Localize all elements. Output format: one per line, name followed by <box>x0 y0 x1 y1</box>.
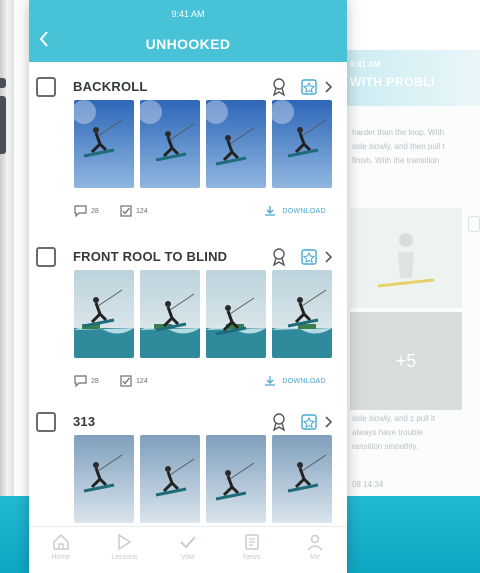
award-icon[interactable] <box>271 77 287 97</box>
comment-count-value: 28 <box>91 207 99 215</box>
app-header: 9:41 AM UNHOOKED <box>29 0 347 62</box>
tab-bar: Home Lessons Vote News Me <box>29 526 347 573</box>
comment-count[interactable]: 28 <box>74 375 99 387</box>
lesson-header: FRONT ROOL TO BLIND <box>29 247 347 269</box>
lesson-photo[interactable] <box>206 435 266 523</box>
lesson-photo-row <box>74 435 344 523</box>
check-icon <box>180 536 196 549</box>
second-more-photos: +5 <box>350 312 462 410</box>
tab-label: Lessons <box>111 554 138 561</box>
second-indicator <box>468 216 480 232</box>
lesson-title: FRONT ROOL TO BLIND <box>73 249 228 264</box>
checkbox-icon <box>120 375 132 387</box>
lesson-title: 313 <box>73 414 96 429</box>
download-label: DOWNLOAD <box>282 377 326 385</box>
second-header: 9:41 AM WITH PROBLI <box>338 50 480 106</box>
second-photo <box>350 208 462 308</box>
lesson-header: 313 <box>29 412 347 434</box>
tab-me[interactable]: Me <box>283 527 347 573</box>
lesson-stats: 28 124 DOWNLOAD <box>74 205 344 221</box>
check-count-value: 124 <box>136 207 148 215</box>
chevron-right-icon[interactable] <box>324 77 334 97</box>
tab-vote[interactable]: Vote <box>156 527 220 573</box>
news-icon <box>244 534 259 550</box>
checkbox-icon <box>120 205 132 217</box>
award-icon[interactable] <box>271 247 287 267</box>
page-title: UNHOOKED <box>145 36 231 52</box>
tab-news[interactable]: News <box>220 527 284 573</box>
chevron-right-icon[interactable] <box>324 412 334 432</box>
status-time: 9:41 AM <box>171 9 205 19</box>
second-screen: 9:41 AM WITH PROBLI harder than the loop… <box>338 50 480 496</box>
tab-label: Me <box>310 554 321 561</box>
lesson-title: BACKROLL <box>73 79 148 94</box>
device-side-button <box>0 78 6 88</box>
badge-icon[interactable] <box>300 412 318 432</box>
check-count[interactable]: 124 <box>120 205 148 217</box>
badge-icon[interactable] <box>300 247 318 267</box>
tab-label: News <box>242 554 261 561</box>
lesson-photo[interactable] <box>140 100 200 188</box>
lesson-photo[interactable] <box>74 270 134 358</box>
lesson-checkbox[interactable] <box>36 77 56 97</box>
lesson-checkbox[interactable] <box>36 247 56 267</box>
phone-screen: 9:41 AM UNHOOKED BACKROLL 28 124 DOWNLOAD FR… <box>29 0 347 573</box>
lesson-photo[interactable] <box>140 270 200 358</box>
check-count[interactable]: 124 <box>120 375 148 387</box>
check-count-value: 124 <box>136 377 148 385</box>
device-volume-button <box>0 96 6 154</box>
badge-icon[interactable] <box>300 77 318 97</box>
comment-icon <box>74 205 87 217</box>
download-icon <box>265 206 276 216</box>
tab-label: Home <box>51 554 71 561</box>
second-body-text-2: side slowly, and z pull it always have t… <box>352 414 435 451</box>
user-icon <box>307 534 323 551</box>
download-icon <box>265 376 276 386</box>
comment-count-value: 28 <box>91 377 99 385</box>
play-icon <box>118 533 132 551</box>
lesson-checkbox[interactable] <box>36 412 56 432</box>
tab-home[interactable]: Home <box>29 527 93 573</box>
lesson-photo[interactable] <box>272 435 332 523</box>
lesson-header: BACKROLL <box>29 77 347 99</box>
second-body-text: harder than the loop. With side slowly, … <box>352 128 445 165</box>
lesson-photo[interactable] <box>272 100 332 188</box>
home-icon <box>53 533 69 550</box>
lesson-photo[interactable] <box>74 100 134 188</box>
tab-label: Vote <box>180 554 195 561</box>
lesson-photo-row <box>74 100 344 188</box>
download-button[interactable]: DOWNLOAD <box>264 375 326 387</box>
lesson-stats: 28 124 DOWNLOAD <box>74 375 344 391</box>
second-status-time: 9:41 AM <box>350 60 381 69</box>
lesson-photo[interactable] <box>140 435 200 523</box>
chevron-right-icon[interactable] <box>324 247 334 267</box>
award-icon[interactable] <box>271 412 287 432</box>
tab-lessons[interactable]: Lessons <box>93 527 157 573</box>
lesson-photo[interactable] <box>206 100 266 188</box>
lesson-photo[interactable] <box>74 435 134 523</box>
second-title: WITH PROBLI <box>350 75 435 89</box>
lesson-photo[interactable] <box>206 270 266 358</box>
lesson-photo-row <box>74 270 344 358</box>
lesson-photo[interactable] <box>272 270 332 358</box>
download-label: DOWNLOAD <box>282 207 326 215</box>
download-button[interactable]: DOWNLOAD <box>264 205 326 217</box>
comment-count[interactable]: 28 <box>74 205 99 217</box>
comment-icon <box>74 375 87 387</box>
